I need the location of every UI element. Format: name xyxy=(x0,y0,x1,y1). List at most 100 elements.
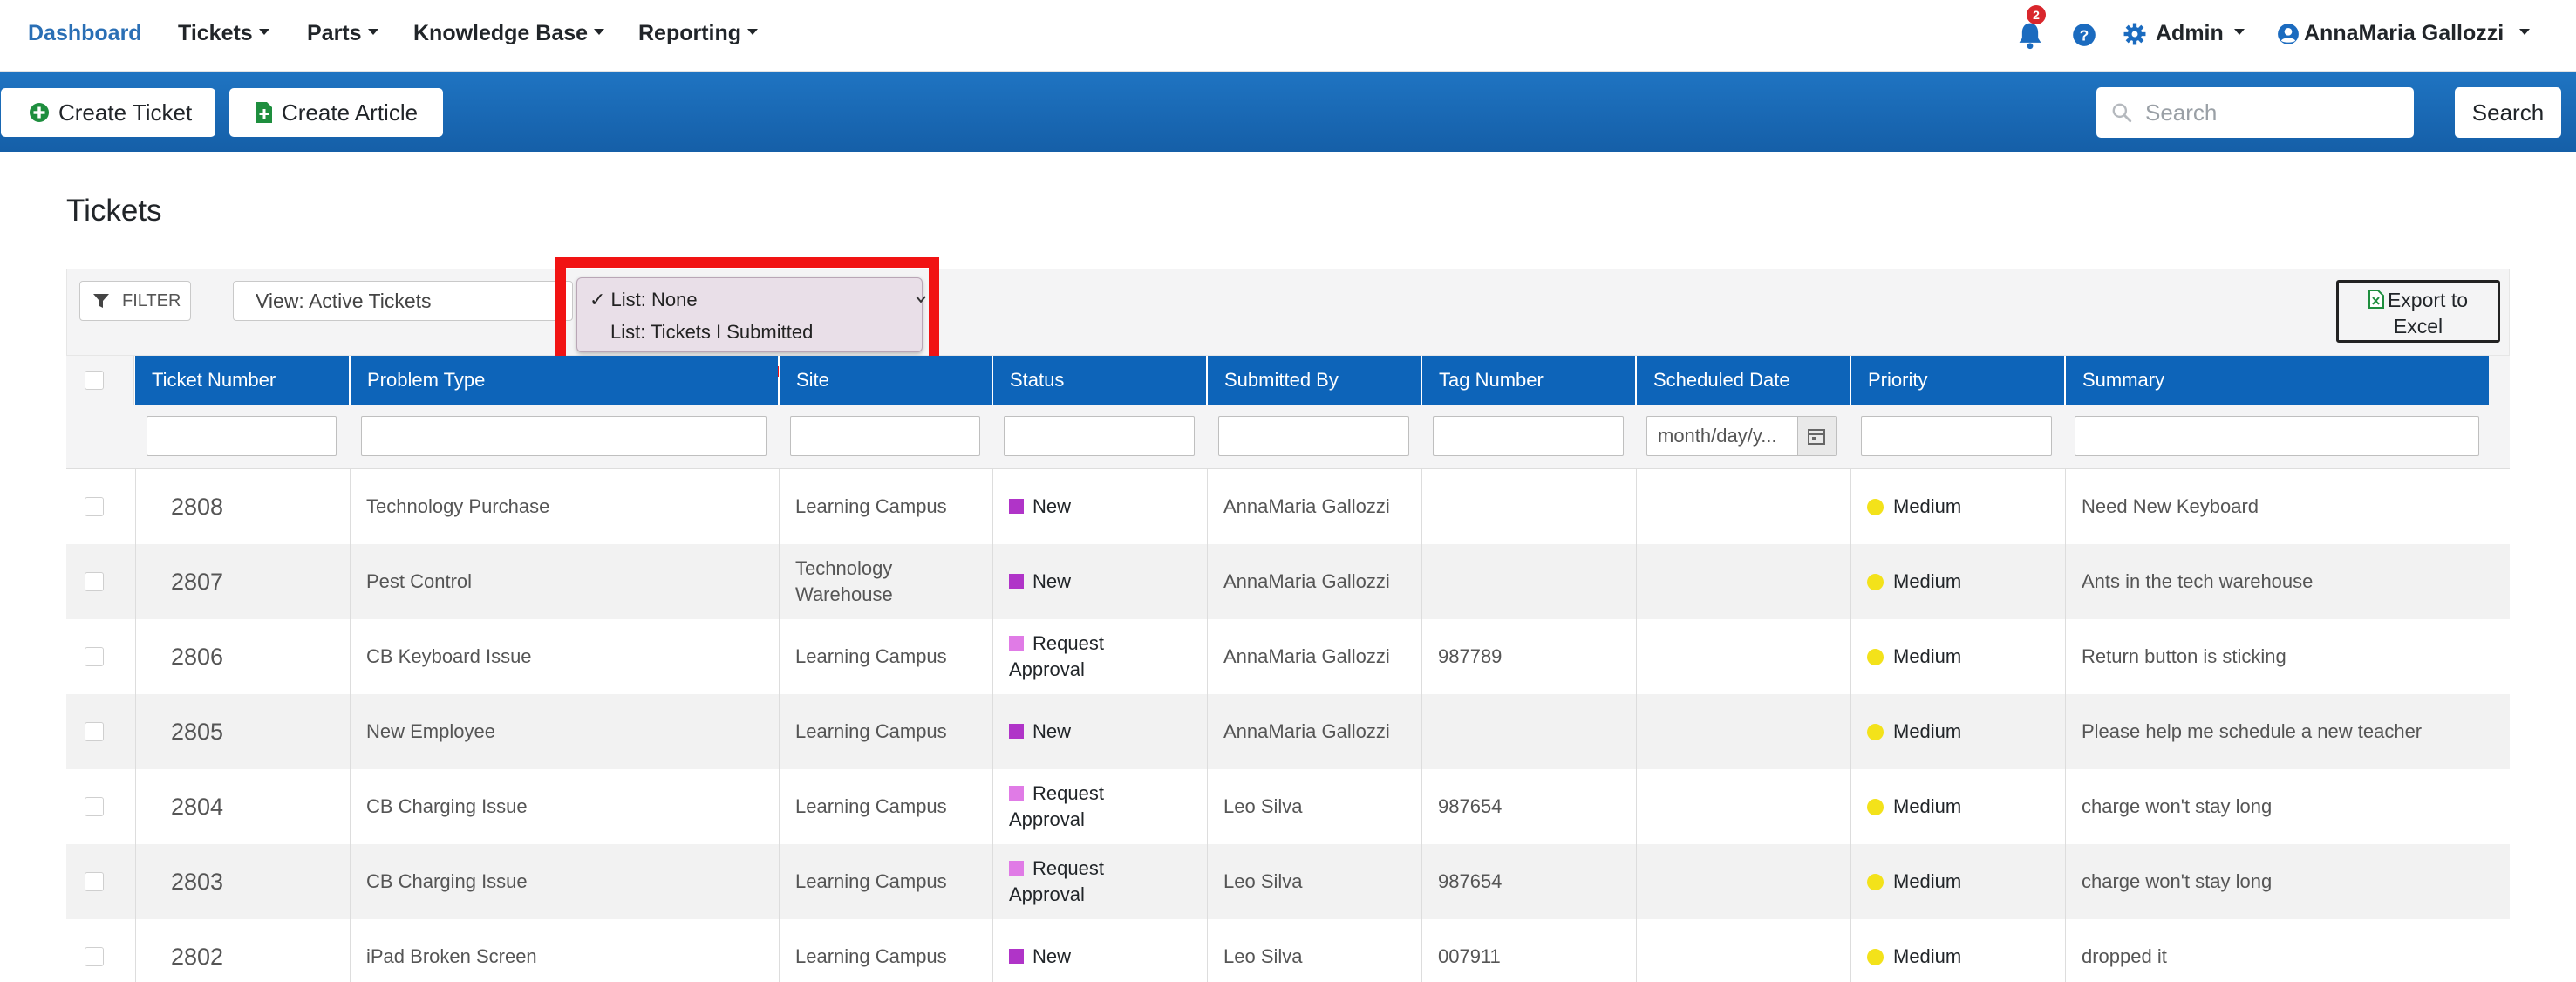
status-cell: New xyxy=(992,469,1207,544)
table-row[interactable]: 2802 iPad Broken Screen Learning Campus New… xyxy=(66,919,2510,982)
priority-label: Medium xyxy=(1893,795,1962,817)
filter-ticket-number-input[interactable] xyxy=(147,416,337,456)
funnel-icon xyxy=(93,294,109,308)
column-header-submitted-by[interactable]: Submitted By xyxy=(1207,356,1421,405)
status-label-line: Request xyxy=(1032,857,1104,879)
top-navbar: Dashboard Tickets Parts Knowledge Base R… xyxy=(0,0,2576,72)
select-all-checkbox[interactable] xyxy=(85,371,104,390)
bell-icon[interactable] xyxy=(2016,21,2044,51)
row-checkbox[interactable] xyxy=(85,872,104,891)
status-label: Request Approval xyxy=(1009,856,1104,908)
table-row[interactable]: 2808 Technology Purchase Learning Campus Ne… xyxy=(66,469,2510,544)
ticket-toolbar: FILTER View: Active Tickets Export to Exc… xyxy=(66,269,2510,356)
row-checkbox[interactable] xyxy=(85,797,104,816)
table-row[interactable]: 2807 Pest Control Technology Warehouse New A… xyxy=(66,544,2510,619)
ticket-number-cell[interactable]: 2806 xyxy=(135,619,350,694)
column-header-site[interactable]: Site xyxy=(779,356,992,405)
filter-button[interactable]: FILTER xyxy=(79,281,191,321)
file-plus-icon xyxy=(256,102,272,123)
column-filter-row: month/day/y... xyxy=(66,405,2510,469)
row-select-cell xyxy=(66,469,135,544)
filter-problem-type-input[interactable] xyxy=(361,416,767,456)
filter-submitted-by-input[interactable] xyxy=(1218,416,1409,456)
status-color-swatch xyxy=(1009,949,1024,964)
status-cell: Request Approval xyxy=(992,619,1207,694)
caret-down-icon xyxy=(258,28,269,35)
row-checkbox[interactable] xyxy=(85,497,104,516)
table-row[interactable]: 2803 CB Charging Issue Learning Campus Requ… xyxy=(66,844,2510,919)
status-value: New xyxy=(1009,569,1071,595)
nav-parts-menu[interactable]: Parts xyxy=(307,21,378,46)
column-header-summary[interactable]: Summary xyxy=(2065,356,2489,405)
action-bar: Create Ticket Create Article Search xyxy=(0,72,2576,152)
column-header-ticket-number[interactable]: Ticket Number xyxy=(135,356,349,405)
row-select-cell xyxy=(66,694,135,769)
export-excel-button[interactable]: Export to Excel xyxy=(2336,280,2500,343)
admin-menu[interactable]: Admin xyxy=(2156,21,2245,46)
tag-number-cell xyxy=(1421,544,1636,619)
tag-number-cell: 987654 xyxy=(1421,769,1636,844)
ticket-number-cell[interactable]: 2804 xyxy=(135,769,350,844)
row-checkbox[interactable] xyxy=(85,722,104,741)
table-row[interactable]: 2805 New Employee Learning Campus New AnnaMa… xyxy=(66,694,2510,769)
status-label-line: Approval xyxy=(1009,658,1085,680)
summary-cell: charge won't stay long xyxy=(2065,769,2489,844)
user-menu[interactable]: AnnaMaria Gallozzi xyxy=(2304,21,2531,46)
status-cell: New xyxy=(992,919,1207,982)
nav-reporting-menu[interactable]: Reporting xyxy=(638,21,759,46)
priority-label: Medium xyxy=(1893,570,1962,592)
filter-status-input[interactable] xyxy=(1004,416,1195,456)
status-label-line: New xyxy=(1032,945,1072,967)
column-header-tag-number[interactable]: Tag Number xyxy=(1421,356,1635,405)
priority-cell: Medium xyxy=(1850,844,2065,919)
nav-dashboard-link[interactable]: Dashboard xyxy=(28,21,142,46)
search-box xyxy=(2096,87,2414,138)
ticket-number-cell[interactable]: 2805 xyxy=(135,694,350,769)
ticket-number-cell[interactable]: 2803 xyxy=(135,844,350,919)
plus-circle-icon xyxy=(30,103,49,122)
ticket-number-cell[interactable]: 2807 xyxy=(135,544,350,619)
calendar-icon[interactable] xyxy=(1807,426,1826,446)
status-label-line: New xyxy=(1032,570,1072,592)
scheduled-date-cell xyxy=(1636,844,1850,919)
submitted-by-cell: Leo Silva xyxy=(1207,769,1421,844)
caret-down-icon xyxy=(367,28,378,35)
submitted-by-cell: AnnaMaria Gallozzi xyxy=(1207,619,1421,694)
row-checkbox[interactable] xyxy=(85,647,104,666)
column-header-scheduled-date[interactable]: Scheduled Date xyxy=(1636,356,1850,405)
status-label-line: Approval xyxy=(1009,808,1085,830)
header-end-cap xyxy=(2489,356,2510,405)
svg-text:?: ? xyxy=(2080,26,2089,44)
filter-site-input[interactable] xyxy=(790,416,980,456)
table-row[interactable]: 2806 CB Keyboard Issue Learning Campus Requ… xyxy=(66,619,2510,694)
column-header-status[interactable]: Status xyxy=(992,356,1206,405)
search-input[interactable] xyxy=(2145,99,2398,126)
row-checkbox[interactable] xyxy=(85,572,104,591)
table-row[interactable]: 2804 CB Charging Issue Learning Campus Requ… xyxy=(66,769,2510,844)
filter-summary-input[interactable] xyxy=(2075,416,2479,456)
select-all-cell xyxy=(66,356,134,405)
filter-priority-input[interactable] xyxy=(1861,416,2052,456)
filter-tag-number-input[interactable] xyxy=(1433,416,1624,456)
caret-down-icon xyxy=(2519,28,2531,35)
submitted-by-cell: AnnaMaria Gallozzi xyxy=(1207,694,1421,769)
search-button[interactable]: Search xyxy=(2455,87,2561,138)
ticket-number-cell[interactable]: 2808 xyxy=(135,469,350,544)
priority-dot xyxy=(1867,498,1884,515)
nav-knowledge-base-menu[interactable]: Knowledge Base xyxy=(413,21,605,46)
status-value: Request Approval xyxy=(1009,781,1104,833)
create-article-button[interactable]: Create Article xyxy=(229,88,443,137)
ticket-number-cell[interactable]: 2802 xyxy=(135,919,350,982)
nav-tickets-menu[interactable]: Tickets xyxy=(178,21,269,46)
priority-label: Medium xyxy=(1893,495,1962,517)
column-header-priority[interactable]: Priority xyxy=(1850,356,2064,405)
column-header-problem-type[interactable]: Problem Type xyxy=(350,356,778,405)
priority-cell: Medium xyxy=(1850,469,2065,544)
site-cell: Learning Campus xyxy=(779,694,992,769)
help-icon[interactable]: ? xyxy=(2072,23,2096,47)
filter-scheduled-date-input[interactable]: month/day/y... xyxy=(1646,416,1837,456)
view-select[interactable]: View: Active Tickets xyxy=(233,281,573,321)
row-checkbox[interactable] xyxy=(85,947,104,966)
create-ticket-button[interactable]: Create Ticket xyxy=(1,88,215,137)
status-color-swatch xyxy=(1009,861,1024,876)
